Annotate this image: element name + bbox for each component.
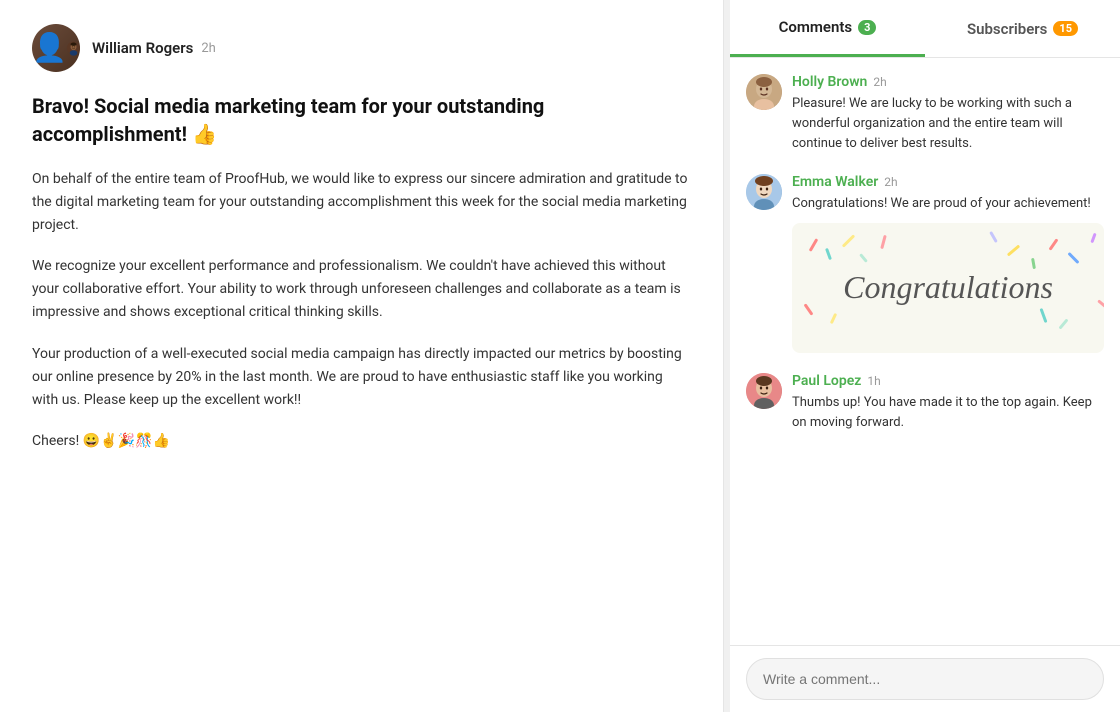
tab-subscribers-label: Subscribers xyxy=(967,20,1047,38)
author-avatar xyxy=(32,24,80,72)
holly-avatar xyxy=(746,74,782,110)
post-header: William Rogers 2h xyxy=(32,24,691,72)
paul-time: 1h xyxy=(867,374,880,388)
comment-paul: Paul Lopez 1h Thumbs up! You have made i… xyxy=(746,373,1104,433)
comment-holly: Holly Brown 2h Pleasure! We are lucky to… xyxy=(746,74,1104,154)
post-time: 2h xyxy=(201,41,215,56)
holly-comment-content: Holly Brown 2h Pleasure! We are lucky to… xyxy=(792,74,1104,154)
paul-name: Paul Lopez xyxy=(792,373,861,389)
author-info: William Rogers 2h xyxy=(92,39,216,57)
comment-input[interactable] xyxy=(746,658,1104,700)
congratulations-image: Congratulations xyxy=(792,223,1104,353)
post-title: Bravo! Social media marketing team for y… xyxy=(32,92,691,148)
emma-time: 2h xyxy=(884,175,897,189)
tab-comments[interactable]: Comments 3 xyxy=(730,0,925,57)
emma-avatar xyxy=(746,174,782,210)
paragraph-2: We recognize your excellent performance … xyxy=(32,255,691,324)
emma-comment-header: Emma Walker 2h xyxy=(792,174,1104,190)
comment-emma: Emma Walker 2h Congratulations! We are p… xyxy=(746,174,1104,352)
tab-comments-label: Comments xyxy=(779,18,853,36)
paragraph-3: Your production of a well-executed socia… xyxy=(32,343,691,412)
congrats-text: Congratulations xyxy=(843,269,1053,306)
tab-subscribers[interactable]: Subscribers 15 xyxy=(925,0,1120,57)
author-name: William Rogers xyxy=(92,39,193,57)
holly-comment-header: Holly Brown 2h xyxy=(792,74,1104,90)
post-body: On behalf of the entire team of ProofHub… xyxy=(32,168,691,453)
holly-text: Pleasure! We are lucky to be working wit… xyxy=(792,94,1104,154)
post-panel: William Rogers 2h Bravo! Social media ma… xyxy=(0,0,724,712)
comments-list: Holly Brown 2h Pleasure! We are lucky to… xyxy=(730,58,1120,645)
subscribers-badge: 15 xyxy=(1053,21,1078,36)
paul-text: Thumbs up! You have made it to the top a… xyxy=(792,393,1104,433)
paragraph-1: On behalf of the entire team of ProofHub… xyxy=(32,168,691,237)
comment-input-area xyxy=(730,645,1120,712)
paul-avatar xyxy=(746,373,782,409)
comments-panel: Comments 3 Subscribers 15 xyxy=(730,0,1120,712)
holly-time: 2h xyxy=(873,75,886,89)
paul-comment-content: Paul Lopez 1h Thumbs up! You have made i… xyxy=(792,373,1104,433)
paul-comment-header: Paul Lopez 1h xyxy=(792,373,1104,389)
paragraph-4: Cheers! 😀✌️🎉🎊👍 xyxy=(32,430,691,453)
emma-text: Congratulations! We are proud of your ac… xyxy=(792,194,1104,214)
tabs-header: Comments 3 Subscribers 15 xyxy=(730,0,1120,58)
emma-name: Emma Walker xyxy=(792,174,878,190)
comments-badge: 3 xyxy=(858,20,876,35)
holly-name: Holly Brown xyxy=(792,74,867,90)
emma-comment-content: Emma Walker 2h Congratulations! We are p… xyxy=(792,174,1104,352)
